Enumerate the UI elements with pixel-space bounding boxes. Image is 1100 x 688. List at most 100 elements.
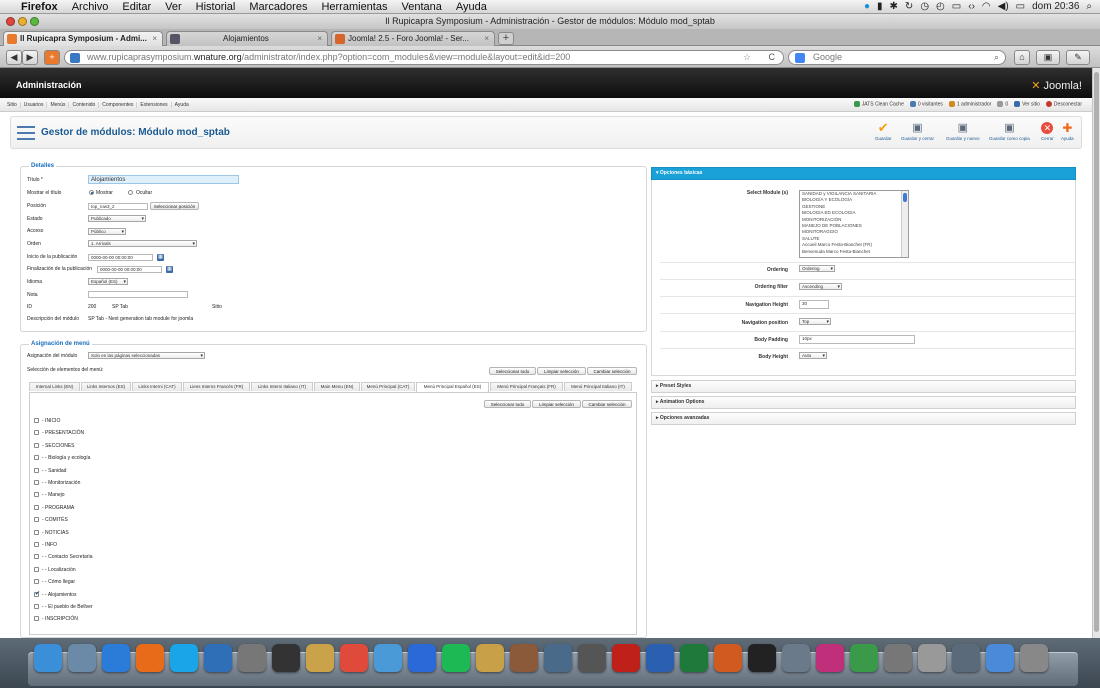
site-identity-icon[interactable] (70, 53, 80, 63)
menubar-item-ver[interactable]: Ver (158, 1, 189, 13)
dock-skype-icon[interactable]: Skype (170, 644, 198, 672)
dock-papelera-icon[interactable]: Papelera (1020, 644, 1048, 672)
close-tab-icon[interactable]: × (484, 32, 489, 46)
messages-status[interactable]: 0 (997, 101, 1008, 107)
menu-tab-menu-principal-cat[interactable]: Menú Principal (CAT) (361, 382, 415, 391)
menu-item-checkbox[interactable] (34, 467, 39, 473)
save-new-button[interactable]: ▣ Guardar y nuevo (946, 122, 980, 141)
menu-item-checkbox[interactable] (34, 480, 39, 485)
publish-down-input[interactable]: 0000-00-00 00:00:00 (97, 266, 162, 273)
menu-item-checkbox[interactable] (34, 529, 39, 535)
menubar-clock[interactable]: dom 20:36 (1032, 1, 1079, 12)
order-select[interactable]: 1. Arrivals (88, 240, 197, 247)
language-select[interactable]: Español (ES) (88, 278, 128, 285)
reload-icon[interactable]: C (769, 51, 776, 64)
menu-tab-links-internos-es[interactable]: Links Internos (ES) (81, 382, 131, 391)
select-position-button[interactable]: Seleccionar posición (150, 202, 199, 210)
dock-firefox-icon[interactable]: Firefox (136, 644, 164, 672)
ordering-filter-select[interactable]: Ascending (799, 283, 842, 290)
back-button[interactable]: ◀ (6, 50, 22, 65)
toggle-selection-button[interactable]: Cambiar selección (587, 367, 637, 375)
timemachine-icon[interactable]: ◷ (920, 1, 929, 12)
menubar-item-herramientas[interactable]: Herramientas (314, 1, 394, 13)
title-input[interactable]: Alojamientos (88, 175, 239, 184)
dock-preferencias-icon[interactable]: Preferencias (884, 644, 912, 672)
animation-options-header[interactable]: ▸ Animation Options (651, 396, 1076, 409)
dock-impresora-icon[interactable]: Impresora (918, 644, 946, 672)
menubar-item-marcadores[interactable]: Marcadores (242, 1, 314, 13)
tab-toggle-selection-button[interactable]: Cambiar selección (582, 400, 632, 408)
view-site-link[interactable]: Ver sitio (1014, 101, 1040, 107)
ordering-select[interactable]: Ordering (799, 265, 835, 272)
wifi-icon[interactable]: ◠ (982, 1, 991, 12)
basic-options-header[interactable]: ▾ Opciones básicas (651, 167, 1076, 180)
position-input[interactable]: top_row3_2 (88, 203, 148, 210)
dock-acrobat-icon[interactable]: Acrobat (612, 644, 640, 672)
advanced-options-header[interactable]: ▸ Opciones avanzadas (651, 412, 1076, 425)
save-close-button[interactable]: ▣ Guardar y cerrar (901, 122, 934, 141)
forward-button[interactable]: ▶ (22, 50, 38, 65)
menu-item-checkbox[interactable] (34, 616, 39, 622)
menubar-item-ayuda[interactable]: Ayuda (449, 1, 494, 13)
dock-indesign-icon[interactable]: InDesign (816, 644, 844, 672)
bookmark-star-icon[interactable]: ☆ (743, 51, 751, 64)
minimize-window-icon[interactable] (18, 17, 27, 26)
admin-menu-extensiones[interactable]: Extensiones (137, 102, 172, 108)
menubar-item-archivo[interactable]: Archivo (65, 1, 116, 13)
dock-word-icon[interactable]: Word (646, 644, 674, 672)
dock-descargas-icon[interactable]: Descargas (986, 644, 1014, 672)
select-module-listbox[interactable]: SANIDAD y VIGILANCIA SANITARIA BIOLOGÍA … (799, 190, 909, 258)
page-scrollbar[interactable] (1092, 68, 1100, 638)
show-title-radio[interactable] (89, 190, 94, 195)
zoom-window-icon[interactable] (30, 17, 39, 26)
menu-tab-internal-links-en[interactable]: Internal Links (EN) (29, 382, 80, 391)
publish-up-calendar-icon[interactable]: ▦ (157, 254, 164, 261)
close-window-icon[interactable] (6, 17, 15, 26)
tab-select-all-button[interactable]: Seleccionar todo (484, 400, 531, 408)
clean-cache-link[interactable]: JATS Clean Cache (853, 101, 904, 107)
module-option[interactable]: Benvenuda Marco Festa-Bianchet (800, 249, 908, 255)
dock-dashboard-icon[interactable]: Dashboard (272, 644, 300, 672)
menu-item-checkbox[interactable] (34, 430, 39, 436)
home-button[interactable]: ⌂ (1014, 50, 1030, 65)
admin-menu-componentes[interactable]: Componentes (99, 102, 138, 108)
admin-menu-usuarios[interactable]: Usuarios (21, 102, 48, 108)
browser-tab-foro[interactable]: Joomla! 2.5 - Foro Joomla! - Ser... × (331, 31, 495, 46)
close-tab-icon[interactable]: × (317, 32, 322, 46)
dock-ical-icon[interactable]: iCal (340, 644, 368, 672)
save-copy-button[interactable]: ▣ Guardar como copia (989, 122, 1030, 141)
nav-height-input[interactable]: 30 (799, 300, 829, 309)
dock-numbers-icon[interactable]: Numbers (850, 644, 878, 672)
page-scrollbar-thumb[interactable] (1094, 72, 1099, 632)
note-input[interactable] (88, 291, 188, 298)
volume-icon[interactable]: ◀) (998, 1, 1009, 12)
dock-mail-icon[interactable]: Mail (374, 644, 402, 672)
dock-aperture-icon[interactable]: Aperture (510, 644, 538, 672)
tab-clear-selection-button[interactable]: Limpiar selección (532, 400, 581, 408)
search-magnifier-icon[interactable]: ⌕ (994, 51, 999, 64)
addon-button[interactable]: + (44, 50, 60, 65)
dock-itunes-icon[interactable]: iTunes (408, 644, 436, 672)
menu-item-checkbox[interactable] (34, 566, 39, 572)
new-tab-button[interactable]: + (498, 32, 514, 45)
battery-icon[interactable]: ▭ (1016, 1, 1025, 12)
menu-item-checkbox[interactable] (34, 492, 39, 498)
sync-icon[interactable]: ↻ (905, 1, 913, 12)
dock-spotify-icon[interactable]: Spotify (442, 644, 470, 672)
menu-tab-menu-principal-es[interactable]: Menú Principal Español (ES) (416, 382, 489, 392)
admin-menu-contenido[interactable]: Contenido (69, 102, 100, 108)
toolbar-menu-button[interactable]: ▣ (1036, 50, 1060, 65)
nav-position-select[interactable]: Top (799, 318, 831, 325)
publish-up-input[interactable]: 0000-00-00 00:00:00 (88, 254, 153, 261)
help-button[interactable]: ✚ Ayuda (1061, 122, 1074, 141)
extension-button[interactable]: ✎ (1066, 50, 1090, 65)
bluetooth-icon[interactable]: ✱ (890, 1, 898, 12)
browser-tab-admin[interactable]: Il Rupicapra Symposium - Admi... × (3, 31, 163, 46)
display-icon[interactable]: ▭ (952, 1, 961, 12)
listbox-scrollbar[interactable] (901, 191, 908, 257)
dock-powerpoint-icon[interactable]: PowerPoint (714, 644, 742, 672)
search-input[interactable]: Google ⌕ (788, 50, 1006, 65)
access-select[interactable]: Público (88, 228, 126, 235)
preset-styles-header[interactable]: ▸ Preset Styles (651, 380, 1076, 393)
joomla-logo[interactable]: ✕ Joomla! (1031, 79, 1082, 92)
